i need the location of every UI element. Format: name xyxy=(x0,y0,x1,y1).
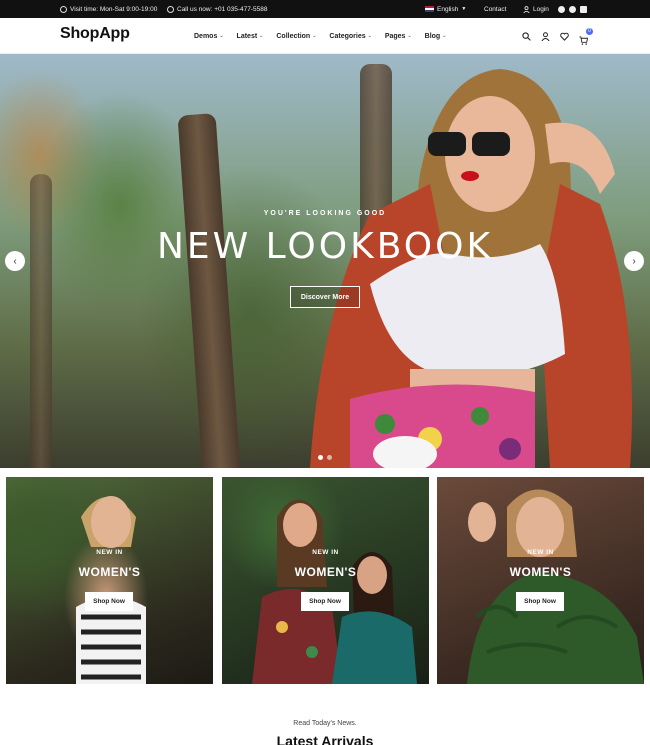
call-us-text: Call us now: +01 035-477-5588 xyxy=(177,5,268,13)
clock-icon xyxy=(60,5,67,13)
chevron-left-icon: ‹ xyxy=(13,255,17,267)
shop-now-button[interactable]: Shop Now xyxy=(85,592,133,611)
hero-subtitle: YOU'RE LOOKING GOOD xyxy=(263,210,387,217)
card-title: WOMEN'S xyxy=(509,565,572,579)
card-title: WOMEN'S xyxy=(294,565,357,579)
visit-time: Visit time: Mon-Sat 9:00-19:00 xyxy=(60,0,157,18)
card-kicker: NEW IN xyxy=(312,549,339,556)
category-cards: NEW IN WOMEN'S Shop Now NEW IN WOMEN'S S… xyxy=(6,477,644,684)
nav-item-pages[interactable]: Pages ⌄ xyxy=(385,33,412,40)
language-selector[interactable]: English ▼ xyxy=(425,0,466,18)
login-link[interactable]: Login xyxy=(523,0,549,18)
section-kicker: Read Today's News. xyxy=(293,720,357,727)
login-label: Login xyxy=(533,5,549,13)
flag-icon xyxy=(425,6,434,12)
chevron-down-icon: ⌄ xyxy=(259,33,264,39)
nav-label: Collection xyxy=(276,32,311,40)
cart-count-badge: 0 xyxy=(586,27,593,35)
call-us[interactable]: Call us now: +01 035-477-5588 xyxy=(167,0,268,18)
main-header: ShopApp Demos ⌄ Latest ⌄ Collection ⌄ Categ… xyxy=(0,18,650,54)
hero-slider: YOU'RE LOOKING GOOD NEW LOOKBOOK Discove… xyxy=(0,54,650,468)
section-title: Latest Arrivals xyxy=(276,733,374,745)
chevron-down-icon: ⌄ xyxy=(219,33,224,39)
account-icon[interactable] xyxy=(541,31,550,41)
nav-label: Blog xyxy=(424,32,441,40)
user-icon xyxy=(523,5,530,13)
cart-icon xyxy=(579,35,589,45)
language-label: English xyxy=(437,5,459,13)
wishlist-heart-icon[interactable] xyxy=(560,32,569,41)
chevron-down-icon: ⌄ xyxy=(367,33,372,39)
palm-trunk xyxy=(177,113,241,468)
contact-link[interactable]: Contact xyxy=(484,0,506,18)
chevron-right-icon: › xyxy=(632,255,636,267)
nav-label: Demos xyxy=(194,32,218,40)
category-photo xyxy=(76,496,146,684)
discover-more-button[interactable]: Discover More xyxy=(290,286,360,308)
chevron-down-icon: ⌄ xyxy=(312,33,317,39)
nav-item-blog[interactable]: Blog ⌄ xyxy=(425,33,447,40)
search-icon[interactable] xyxy=(522,31,531,41)
category-card[interactable]: NEW IN WOMEN'S Shop Now xyxy=(437,477,644,684)
shop-now-button[interactable]: Shop Now xyxy=(301,592,349,611)
slider-dot[interactable] xyxy=(318,455,323,460)
slider-dots xyxy=(318,455,332,460)
nav-label: Categories xyxy=(329,32,366,40)
topbar: Visit time: Mon-Sat 9:00-19:00 Call us n… xyxy=(0,0,650,18)
chevron-down-icon: ⌄ xyxy=(442,33,447,39)
slider-next-button[interactable]: › xyxy=(624,251,644,271)
nav-item-demos[interactable]: Demos ⌄ xyxy=(194,33,224,40)
category-photo xyxy=(467,489,644,684)
category-photo xyxy=(252,499,417,684)
card-title: WOMEN'S xyxy=(78,565,141,579)
linkedin-icon[interactable] xyxy=(580,5,587,13)
slider-prev-button[interactable]: ‹ xyxy=(5,251,25,271)
header-actions: 0 xyxy=(522,18,593,54)
category-card[interactable]: NEW IN WOMEN'S Shop Now xyxy=(222,477,429,684)
nav-item-latest[interactable]: Latest ⌄ xyxy=(237,33,264,40)
category-card[interactable]: NEW IN WOMEN'S Shop Now xyxy=(6,477,213,684)
headset-icon xyxy=(167,5,174,13)
nav-label: Pages xyxy=(384,32,406,40)
nav-label: Latest xyxy=(236,32,258,40)
twitter-icon[interactable] xyxy=(569,5,576,13)
facebook-icon[interactable] xyxy=(558,5,565,13)
social-links xyxy=(558,0,587,18)
shop-now-button[interactable]: Shop Now xyxy=(516,592,564,611)
contact-label: Contact xyxy=(484,5,507,13)
slider-dot[interactable] xyxy=(327,455,332,460)
palm-trunk xyxy=(30,174,52,468)
nav-item-categories[interactable]: Categories ⌄ xyxy=(329,33,371,40)
cart-button[interactable]: 0 xyxy=(579,27,593,45)
hero-title: NEW LOOKBOOK xyxy=(156,226,494,267)
chevron-down-icon: ⌄ xyxy=(407,33,412,39)
nav-item-collection[interactable]: Collection ⌄ xyxy=(276,33,316,40)
main-nav: Demos ⌄ Latest ⌄ Collection ⌄ Categories ⌄ P… xyxy=(194,18,446,54)
chevron-down-icon: ▼ xyxy=(461,6,467,12)
card-kicker: NEW IN xyxy=(96,549,123,556)
logo[interactable]: ShopApp xyxy=(60,25,130,43)
card-kicker: NEW IN xyxy=(527,549,554,556)
visit-time-text: Visit time: Mon-Sat 9:00-19:00 xyxy=(70,5,158,13)
